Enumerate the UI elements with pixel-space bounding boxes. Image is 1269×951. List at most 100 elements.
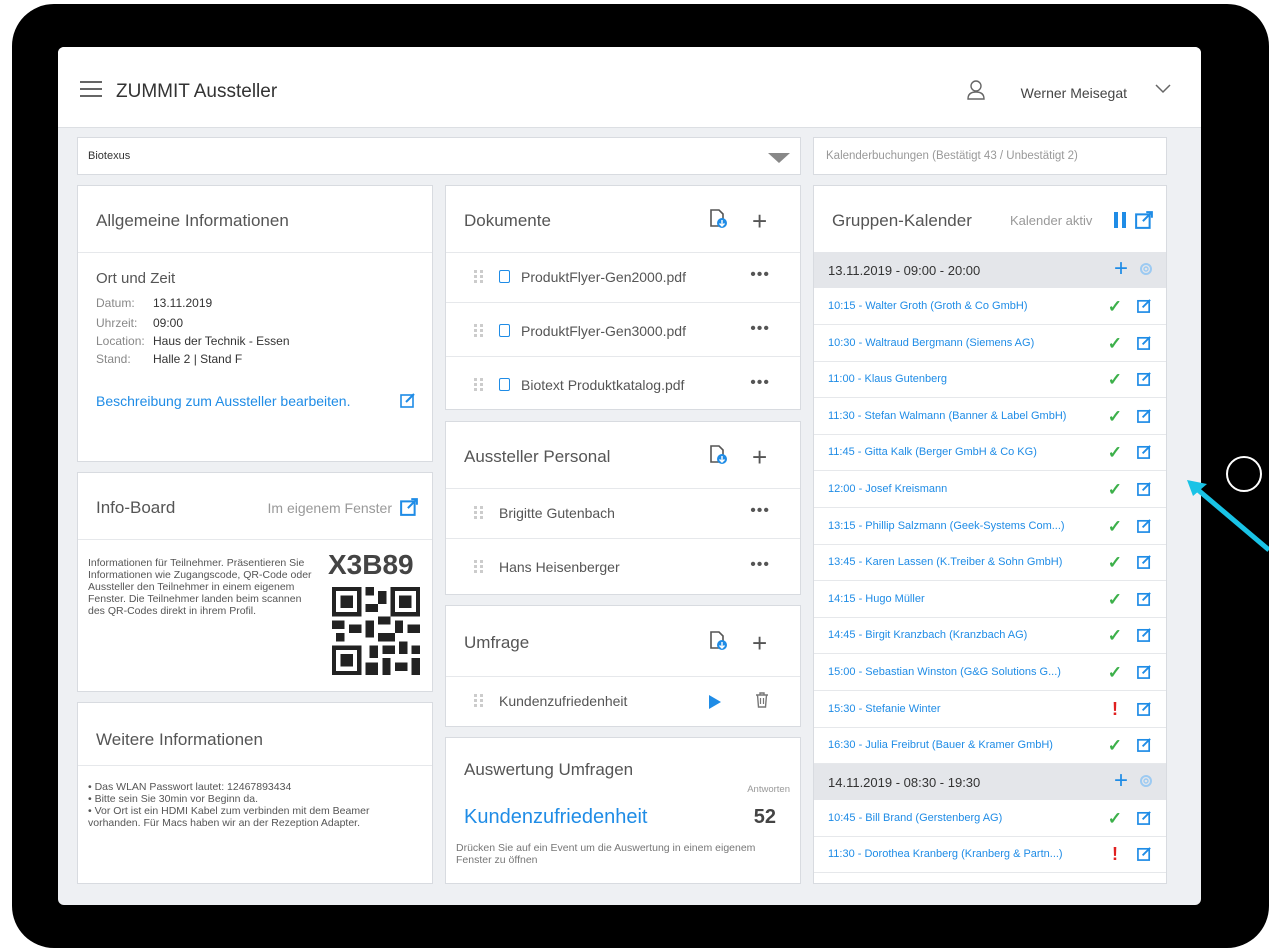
calendar-entry[interactable]: 13:15 - Phillip Salzmann (Geek-Systems C…: [814, 508, 1166, 545]
calendar-entry-text[interactable]: 10:30 - Waltraud Bergmann (Siemens AG): [828, 337, 1034, 349]
document-name[interactable]: ProduktFlyer-Gen2000.pdf: [521, 269, 686, 285]
more-options-icon[interactable]: •••: [750, 556, 770, 574]
card-header: Weitere Informationen: [78, 703, 432, 766]
edit-icon[interactable]: [1137, 518, 1152, 533]
calendar-entry[interactable]: 11:00 - Klaus Gutenberg ✓: [814, 361, 1166, 399]
gear-icon[interactable]: [1138, 773, 1154, 789]
edit-icon[interactable]: [1137, 701, 1152, 716]
calendar-entry[interactable]: 15:00 - Sebastian Winston (G&G Solutions…: [814, 654, 1166, 691]
calendar-entry-text[interactable]: 13:15 - Phillip Salzmann (Geek-Systems C…: [828, 520, 1065, 532]
trash-icon[interactable]: [755, 692, 769, 708]
drag-handle-icon[interactable]: [474, 324, 484, 338]
calendar-entry[interactable]: 14:15 - Hugo Müller ✓: [814, 581, 1166, 618]
edit-icon[interactable]: [1137, 298, 1152, 313]
edit-icon[interactable]: [400, 392, 416, 408]
add-event-button[interactable]: +: [1114, 767, 1128, 795]
calendar-entry[interactable]: 13:45 - Karen Lassen (K.Treiber & Sohn G…: [814, 544, 1166, 582]
calendar-entry[interactable]: 11:45 - Gitta Kalk (Berger GmbH & Co KG)…: [814, 434, 1166, 472]
open-window-link[interactable]: Im eigenem Fenster: [268, 500, 393, 516]
pause-icon[interactable]: [1114, 212, 1126, 228]
upload-document-icon[interactable]: [709, 445, 727, 465]
add-survey-button[interactable]: +: [752, 630, 767, 656]
confirmed-check-icon: ✓: [1107, 553, 1122, 573]
calendar-entry[interactable]: 16:30 - Julia Freibrut (Bauer & Kramer G…: [814, 727, 1166, 765]
calendar-entry[interactable]: 10:30 - Waltraud Bergmann (Siemens AG) ✓: [814, 325, 1166, 362]
external-window-icon[interactable]: [400, 498, 418, 516]
calendar-entry[interactable]: 10:15 - Walter Groth (Groth & Co GmbH) ✓: [814, 288, 1166, 325]
drag-handle-icon[interactable]: [474, 560, 484, 574]
drag-handle-icon[interactable]: [474, 506, 484, 520]
document-name[interactable]: ProduktFlyer-Gen3000.pdf: [521, 323, 686, 339]
add-event-button[interactable]: +: [1114, 255, 1128, 283]
field-value: Halle 2 | Stand F: [153, 352, 243, 366]
edit-icon[interactable]: [1137, 408, 1152, 423]
company-select[interactable]: Biotexus: [77, 137, 801, 175]
external-window-icon[interactable]: [1135, 211, 1153, 229]
documents-title: Dokumente: [464, 211, 551, 230]
more-options-icon[interactable]: •••: [750, 502, 770, 520]
staff-name[interactable]: Hans Heisenberger: [499, 559, 620, 575]
calendar-entry-text[interactable]: 10:15 - Walter Groth (Groth & Co GmbH): [828, 300, 1027, 312]
add-document-button[interactable]: +: [752, 208, 767, 234]
survey-name[interactable]: Kundenzufriedenheit: [499, 693, 627, 709]
calendar-entry-text[interactable]: 16:30 - Julia Freibrut (Bauer & Kramer G…: [828, 739, 1053, 751]
upload-document-icon[interactable]: [709, 209, 727, 229]
calendar-entry-text[interactable]: 13:45 - Karen Lassen (K.Treiber & Sohn G…: [828, 556, 1062, 568]
calendar-entry-text[interactable]: 10:45 - Bill Brand (Gerstenberg AG): [828, 812, 1002, 824]
calendar-entry[interactable]: 11:30 - Stefan Walmann (Banner & Label G…: [814, 398, 1166, 435]
list-item[interactable]: Hans Heisenberger •••: [446, 542, 800, 592]
more-options-icon[interactable]: •••: [750, 374, 770, 392]
upload-document-icon[interactable]: [709, 631, 727, 651]
calendar-entry[interactable]: 12:00 - Josef Kreismann ✓: [814, 471, 1166, 508]
user-name[interactable]: Werner Meisegat: [1021, 85, 1127, 101]
drag-handle-icon[interactable]: [474, 694, 484, 708]
hamburger-menu-icon[interactable]: [80, 81, 102, 97]
more-options-icon[interactable]: •••: [750, 266, 770, 284]
edit-icon[interactable]: [1137, 664, 1152, 679]
calendar-entry-text[interactable]: 12:00 - Josef Kreismann: [828, 483, 947, 495]
evaluation-survey-name[interactable]: Kundenzufriedenheit: [464, 806, 647, 829]
document-name[interactable]: Biotext Produktkatalog.pdf: [521, 377, 684, 393]
edit-icon[interactable]: [1137, 627, 1152, 643]
list-item[interactable]: ProduktFlyer-Gen2000.pdf •••: [446, 252, 800, 303]
calendar-entry-text[interactable]: 11:00 - Klaus Gutenberg: [828, 373, 947, 385]
add-staff-button[interactable]: +: [752, 444, 767, 470]
list-item[interactable]: Brigitte Gutenbach •••: [446, 488, 800, 539]
edit-icon[interactable]: [1137, 335, 1152, 350]
field-label: Stand:: [96, 352, 131, 366]
documents-card: Dokumente + ProduktFlyer-Gen2000.pdf •••…: [445, 185, 801, 410]
edit-icon[interactable]: [1137, 810, 1152, 825]
gear-icon[interactable]: [1138, 261, 1154, 277]
edit-icon[interactable]: [1137, 846, 1152, 862]
calendar-entry-text[interactable]: 11:30 - Dorothea Kranberg (Kranberg & Pa…: [828, 848, 1063, 860]
calendar-entry[interactable]: 11:30 - Dorothea Kranberg (Kranberg & Pa…: [814, 836, 1166, 874]
edit-icon[interactable]: [1137, 481, 1152, 496]
list-item[interactable]: Biotext Produktkatalog.pdf •••: [446, 360, 800, 410]
edit-description-link[interactable]: Beschreibung zum Aussteller bearbeiten.: [96, 393, 350, 409]
dropdown-arrow-icon[interactable]: [768, 153, 790, 163]
calendar-entry-text[interactable]: 11:45 - Gitta Kalk (Berger GmbH & Co KG): [828, 446, 1037, 458]
edit-icon[interactable]: [1137, 554, 1152, 570]
calendar-entry-text[interactable]: 11:30 - Stefan Walmann (Banner & Label G…: [828, 410, 1066, 422]
staff-name[interactable]: Brigitte Gutenbach: [499, 505, 615, 521]
calendar-entry-text[interactable]: 15:30 - Stefanie Winter: [828, 703, 941, 715]
edit-icon[interactable]: [1137, 371, 1152, 387]
drag-handle-icon[interactable]: [474, 378, 484, 392]
card-header: Info-Board Im eigenem Fenster: [78, 473, 432, 540]
list-item[interactable]: Kundenzufriedenheit: [446, 676, 800, 726]
calendar-entry[interactable]: 15:30 - Stefanie Winter!: [814, 691, 1166, 728]
edit-icon[interactable]: [1137, 444, 1152, 460]
more-options-icon[interactable]: •••: [750, 320, 770, 338]
edit-icon[interactable]: [1137, 737, 1152, 753]
unconfirmed-alert-icon: !: [1112, 844, 1118, 865]
calendar-entry-text[interactable]: 14:15 - Hugo Müller: [828, 593, 925, 605]
list-item[interactable]: ProduktFlyer-Gen3000.pdf •••: [446, 306, 800, 357]
drag-handle-icon[interactable]: [474, 270, 484, 284]
calendar-entry[interactable]: 14:45 - Birgit Kranzbach (Kranzbach AG) ✓: [814, 617, 1166, 655]
calendar-entry[interactable]: 10:45 - Bill Brand (Gerstenberg AG) ✓: [814, 800, 1166, 837]
edit-icon[interactable]: [1137, 591, 1152, 606]
chevron-down-icon[interactable]: [1155, 83, 1171, 95]
calendar-entry-text[interactable]: 14:45 - Birgit Kranzbach (Kranzbach AG): [828, 629, 1027, 641]
calendar-entry-text[interactable]: 15:00 - Sebastian Winston (G&G Solutions…: [828, 666, 1061, 678]
play-icon[interactable]: [709, 695, 721, 709]
